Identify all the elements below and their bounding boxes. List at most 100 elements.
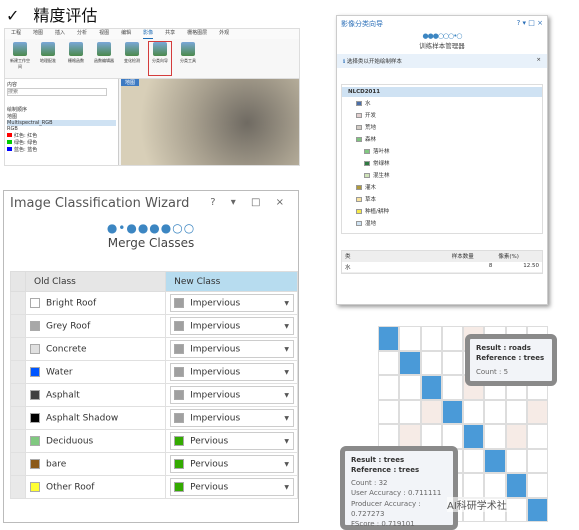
merge-row[interactable]: Other Roof Pervious ▼	[10, 475, 298, 499]
new-class-dropdown[interactable]: Impervious ▼	[170, 386, 294, 404]
column-header: 样本数量	[451, 254, 474, 260]
merge-row[interactable]: Asphalt Shadow Impervious ▼	[10, 406, 298, 430]
ribbon-tool-button[interactable]: 分类工具	[177, 42, 199, 75]
tree-class-item[interactable]: 常绿林	[342, 157, 542, 169]
check-icon: ✓	[6, 6, 20, 25]
ribbon-tool-button[interactable]: 栅格函数	[65, 42, 87, 75]
matrix-cell[interactable]	[378, 350, 400, 375]
ribbon-tab[interactable]: 栅格图层	[187, 29, 207, 39]
matrix-cell[interactable]	[526, 424, 548, 449]
matrix-cell[interactable]	[399, 399, 421, 424]
matrix-cell[interactable]	[463, 473, 485, 498]
table-row[interactable]: 水 8 12.50	[342, 262, 542, 273]
matrix-cell[interactable]	[420, 326, 442, 351]
matrix-cell[interactable]	[526, 448, 548, 473]
tree-class-item[interactable]: 湿地	[342, 217, 542, 229]
ribbon-tool-button[interactable]: 分类向导	[148, 41, 172, 76]
tree-class-item[interactable]: 草本	[342, 193, 542, 205]
new-class-dropdown[interactable]: Impervious ▼	[170, 340, 294, 358]
window-controls[interactable]: ? ▾ □ ×	[210, 197, 290, 208]
matrix-cell[interactable]	[484, 473, 506, 498]
tree-class-item[interactable]: 混生林	[342, 169, 542, 181]
matrix-cell[interactable]	[399, 326, 421, 351]
matrix-cell-diagonal[interactable]	[484, 448, 506, 473]
matrix-cell[interactable]	[505, 448, 527, 473]
matrix-cell[interactable]	[378, 375, 400, 400]
ribbon-tool-button[interactable]: 变化检测	[121, 42, 143, 75]
matrix-cell[interactable]	[399, 375, 421, 400]
ribbon-tab[interactable]: 影像	[143, 29, 154, 39]
merge-row[interactable]: bare Pervious ▼	[10, 452, 298, 476]
matrix-cell[interactable]	[399, 424, 421, 449]
window-controls[interactable]: ? ▾ □ ×	[517, 19, 543, 29]
tree-class-item[interactable]: 荒地	[342, 121, 542, 133]
ribbon-tab[interactable]: 插入	[55, 29, 65, 39]
new-class-dropdown[interactable]: Impervious ▼	[170, 409, 294, 427]
close-icon[interactable]: ×	[536, 57, 541, 65]
new-class-dropdown[interactable]: Impervious ▼	[170, 294, 294, 312]
ribbon-tab[interactable]: 共享	[165, 29, 175, 39]
tool-label: 函数编辑器	[94, 58, 114, 63]
ribbon-tab[interactable]: 视图	[99, 29, 109, 39]
merge-row[interactable]: Asphalt Impervious ▼	[10, 383, 298, 407]
merge-row[interactable]: Bright Roof Impervious ▼	[10, 291, 298, 315]
matrix-cell[interactable]	[505, 497, 527, 522]
matrix-cell-diagonal[interactable]	[526, 497, 548, 522]
new-class-dropdown[interactable]: Impervious ▼	[170, 317, 294, 335]
new-class-dropdown[interactable]: Pervious ▼	[170, 455, 294, 473]
ribbon-tool-button[interactable]: 地理配准	[37, 42, 59, 75]
search-input[interactable]	[7, 88, 107, 96]
matrix-cell-diagonal[interactable]	[420, 375, 442, 400]
new-class-dropdown[interactable]: Impervious ▼	[170, 363, 294, 381]
matrix-cell-diagonal[interactable]	[505, 473, 527, 498]
tree-class-item[interactable]: 种植/耕种	[342, 205, 542, 217]
old-class-cell: Other Roof	[24, 475, 167, 499]
matrix-cell[interactable]	[378, 424, 400, 449]
image-classification-wizard: Image Classification Wizard ? ▾ □ × ●•●●…	[3, 190, 299, 523]
new-class-label: Impervious	[190, 321, 241, 332]
matrix-cell[interactable]	[526, 473, 548, 498]
ribbon-tab[interactable]: 编辑	[121, 29, 131, 39]
ribbon-tool-button[interactable]: 新建工作空间	[9, 42, 31, 75]
tree-class-item[interactable]: 开发	[342, 109, 542, 121]
merge-row[interactable]: Concrete Impervious ▼	[10, 337, 298, 361]
matrix-cell[interactable]	[420, 350, 442, 375]
matrix-cell[interactable]	[484, 424, 506, 449]
tree-root[interactable]: NLCD2011	[342, 87, 542, 97]
matrix-cell[interactable]	[526, 399, 548, 424]
matrix-cell-diagonal[interactable]	[399, 350, 421, 375]
matrix-cell[interactable]	[505, 399, 527, 424]
ribbon-tool-button[interactable]: 函数编辑器	[93, 42, 115, 75]
matrix-cell[interactable]	[420, 424, 442, 449]
new-class-dropdown[interactable]: Pervious ▼	[170, 432, 294, 450]
matrix-cell-diagonal[interactable]	[441, 399, 463, 424]
map-tab[interactable]: 地图	[121, 79, 140, 86]
matrix-cell[interactable]	[441, 326, 463, 351]
tree-class-item[interactable]: 森林	[342, 133, 542, 145]
matrix-cell[interactable]	[505, 424, 527, 449]
table-header-row: 类 样本数量 像素(%)	[342, 251, 542, 262]
tree-class-item[interactable]: 灌木	[342, 181, 542, 193]
matrix-cell[interactable]	[378, 399, 400, 424]
ribbon-tabs: 工程 地图 插入 分析 视图 编辑 影像 共享 栅格图层 外观	[5, 29, 299, 39]
merge-row[interactable]: Water Impervious ▼	[10, 360, 298, 384]
ribbon-tab[interactable]: 工程	[11, 29, 21, 39]
matrix-cell[interactable]	[441, 424, 463, 449]
map-layer[interactable]: 地图	[7, 113, 116, 120]
merge-row[interactable]: Grey Roof Impervious ▼	[10, 314, 298, 338]
new-class-dropdown[interactable]: Pervious ▼	[170, 478, 294, 496]
tree-class-item[interactable]: 水	[342, 97, 542, 109]
ribbon-tab[interactable]: 外观	[219, 29, 229, 39]
matrix-cell[interactable]	[441, 375, 463, 400]
matrix-cell-diagonal[interactable]	[378, 326, 400, 351]
ribbon-tab[interactable]: 分析	[77, 29, 87, 39]
ribbon-tab[interactable]: 地图	[33, 29, 43, 39]
matrix-cell[interactable]	[463, 448, 485, 473]
tree-class-item[interactable]: 落叶林	[342, 145, 542, 157]
matrix-cell[interactable]	[484, 399, 506, 424]
matrix-cell[interactable]	[441, 350, 463, 375]
matrix-cell[interactable]	[463, 399, 485, 424]
matrix-cell-diagonal[interactable]	[463, 424, 485, 449]
merge-row[interactable]: Deciduous Pervious ▼	[10, 429, 298, 453]
matrix-cell[interactable]	[420, 399, 442, 424]
